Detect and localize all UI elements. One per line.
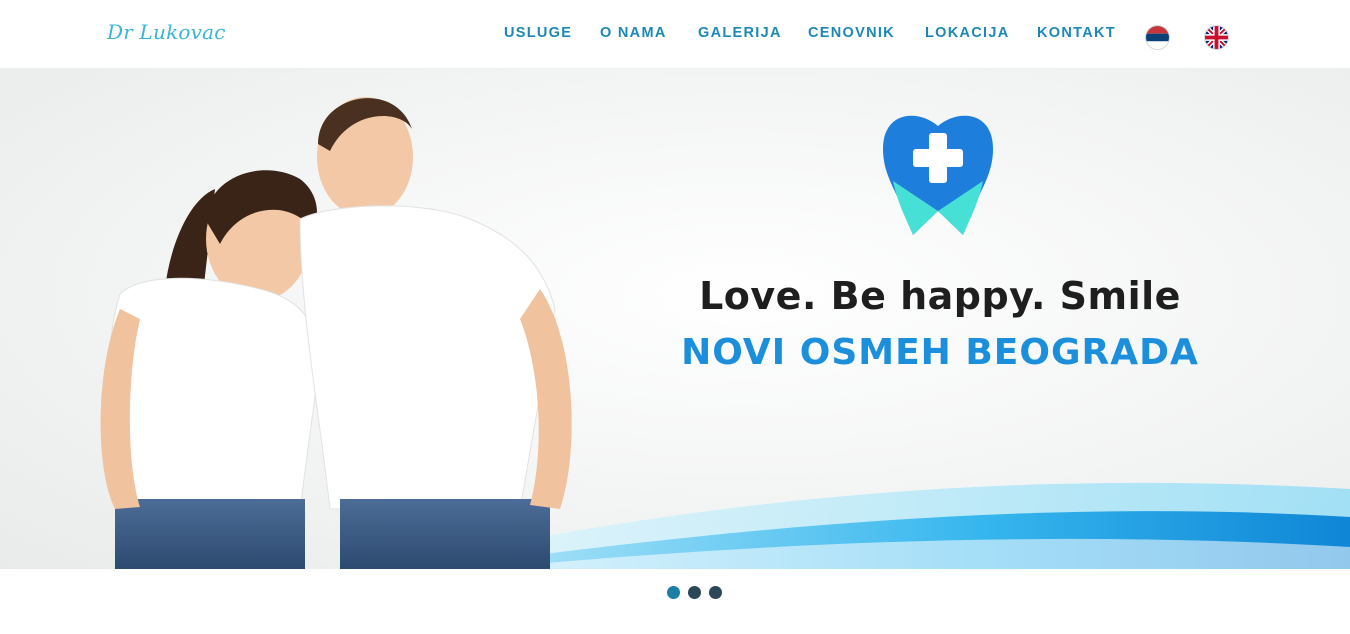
slider-dots	[0, 586, 1350, 600]
tooth-cross-icon	[883, 115, 993, 235]
brand-logo[interactable]: Dr Lukovac	[107, 20, 226, 44]
nav-item-o-nama[interactable]: O NAMA	[600, 25, 667, 41]
nav-item-kontakt[interactable]: KONTAKT	[1037, 25, 1116, 41]
site-header: Dr Lukovac USLUGE O NAMA GALERIJA CENOVN…	[0, 0, 1350, 69]
hero-image	[100, 97, 1350, 569]
nav-item-lokacija[interactable]: LOKACIJA	[925, 25, 1010, 41]
hero-tagline: Love. Be happy. Smile	[699, 274, 1181, 318]
nav-item-cenovnik[interactable]: CENOVNIK	[808, 25, 895, 41]
slider-dot-1[interactable]	[667, 586, 680, 599]
couple-illustration	[100, 97, 572, 569]
hero-subline: NOVI OSMEH BEOGRADA	[681, 332, 1199, 373]
uk-flag-icon[interactable]	[1204, 25, 1229, 50]
serbian-flag-icon[interactable]	[1145, 25, 1170, 50]
nav-item-galerija[interactable]: GALERIJA	[698, 25, 782, 41]
slider-dot-2[interactable]	[688, 586, 701, 599]
hero-slider: Love. Be happy. Smile NOVI OSMEH BEOGRAD…	[0, 69, 1350, 569]
nav-item-usluge[interactable]: USLUGE	[504, 25, 572, 41]
slider-dot-3[interactable]	[709, 586, 722, 599]
